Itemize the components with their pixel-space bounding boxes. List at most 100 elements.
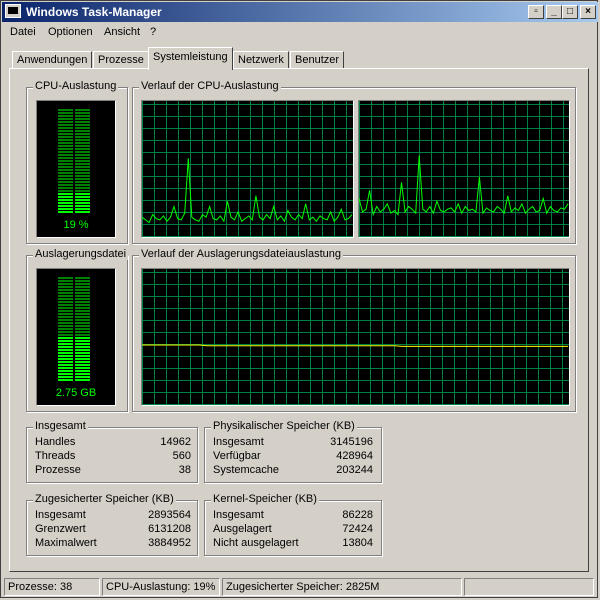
meter-segment bbox=[58, 367, 90, 369]
stat-phys-insgesamt: Insgesamt 3145196 bbox=[213, 436, 373, 448]
cpu-usage-label: CPU-Auslastung bbox=[33, 80, 119, 92]
tab-anwendungen[interactable]: Anwendungen bbox=[12, 51, 93, 69]
menu-ansicht[interactable]: Ansicht bbox=[104, 26, 140, 38]
task-manager-window: Windows Task-Manager ▫ _ □ × Datei Optio… bbox=[0, 0, 598, 598]
pagefile-usage-bar bbox=[58, 277, 90, 381]
stat-kernel-ausgelagert: Ausgelagert 72424 bbox=[213, 523, 373, 535]
kernel-memory-label: Kernel-Speicher (KB) bbox=[211, 493, 319, 505]
cpu-history-graph-core1 bbox=[141, 100, 354, 238]
commit-charge-group: Zugesicherter Speicher (KB) Insgesamt 289… bbox=[26, 493, 198, 556]
meter-segment bbox=[58, 373, 90, 375]
status-cpu-usage: CPU-Auslastung: 19% bbox=[102, 578, 220, 596]
meter-segment bbox=[58, 136, 90, 138]
meter-segment bbox=[58, 133, 90, 135]
stat-kernel-nicht-ausgelagert: Nicht ausgelagert 13804 bbox=[213, 537, 373, 549]
meter-segment bbox=[58, 289, 90, 291]
status-bar: Prozesse: 38 CPU-Auslastung: 19% Zugesic… bbox=[2, 576, 598, 598]
tab-benutzer[interactable]: Benutzer bbox=[290, 51, 345, 69]
meter-segment bbox=[58, 319, 90, 321]
stat-prozesse: Prozesse 38 bbox=[35, 464, 191, 476]
stat-value: 38 bbox=[178, 464, 191, 476]
pagefile-group: Auslagerungsdatei 2.75 GB bbox=[26, 248, 129, 412]
commit-charge-label: Zugesicherter Speicher (KB) bbox=[33, 493, 176, 505]
meter-segment bbox=[58, 157, 90, 159]
meter-segment bbox=[58, 340, 90, 342]
meter-segment bbox=[58, 112, 90, 114]
stat-value: 428964 bbox=[336, 450, 373, 462]
tab-netzwerk[interactable]: Netzwerk bbox=[233, 51, 289, 69]
meter-segment bbox=[58, 343, 90, 345]
meter-segment bbox=[58, 115, 90, 117]
stat-commit-insgesamt: Insgesamt 2893564 bbox=[35, 509, 191, 521]
meter-segment bbox=[58, 322, 90, 324]
cpu-usage-bar bbox=[58, 109, 90, 213]
pagefile-history-graph bbox=[141, 268, 570, 406]
tab-prozesse[interactable]: Prozesse bbox=[93, 51, 149, 69]
meter-segment bbox=[58, 325, 90, 327]
meter-segment bbox=[58, 283, 90, 285]
meter-segment bbox=[58, 334, 90, 336]
stat-label: Insgesamt bbox=[213, 436, 264, 448]
meter-segment bbox=[58, 121, 90, 123]
meter-segment bbox=[58, 199, 90, 201]
meter-segment bbox=[58, 370, 90, 372]
close-button[interactable]: × bbox=[580, 5, 596, 19]
meter-segment bbox=[58, 151, 90, 153]
meter-segment bbox=[58, 292, 90, 294]
stat-label: Insgesamt bbox=[213, 509, 264, 521]
meter-segment bbox=[58, 277, 90, 279]
meter-segment bbox=[58, 376, 90, 378]
meter-segment bbox=[58, 142, 90, 144]
meter-segment bbox=[58, 202, 90, 204]
minimize-button[interactable]: _ bbox=[546, 5, 562, 19]
meter-segment bbox=[58, 211, 90, 213]
stat-label: Maximalwert bbox=[35, 537, 97, 549]
meter-segment bbox=[58, 313, 90, 315]
stat-value: 6131208 bbox=[148, 523, 191, 535]
stat-phys-verfuegbar: Verfügbar 428964 bbox=[213, 450, 373, 462]
meter-segment bbox=[58, 139, 90, 141]
stat-commit-grenzwert: Grenzwert 6131208 bbox=[35, 523, 191, 535]
meter-segment bbox=[58, 349, 90, 351]
pagefile-meter: 2.75 GB bbox=[36, 268, 116, 406]
meter-segment bbox=[58, 178, 90, 180]
stat-threads: Threads 560 bbox=[35, 450, 191, 462]
menu-bar: Datei Optionen Ansicht ? bbox=[2, 23, 598, 42]
meter-segment bbox=[58, 130, 90, 132]
meter-segment bbox=[58, 205, 90, 207]
meter-segment bbox=[58, 127, 90, 129]
meter-segment bbox=[58, 124, 90, 126]
stat-label: Systemcache bbox=[213, 464, 280, 476]
meter-segment bbox=[58, 169, 90, 171]
meter-segment bbox=[58, 175, 90, 177]
meter-segment bbox=[58, 148, 90, 150]
menu-help[interactable]: ? bbox=[150, 26, 156, 38]
menu-optionen[interactable]: Optionen bbox=[48, 26, 93, 38]
pagefile-history-group: Verlauf der Auslagerungsdateiauslastung bbox=[132, 248, 576, 412]
meter-segment bbox=[58, 208, 90, 210]
maximize-button[interactable]: □ bbox=[562, 5, 578, 19]
restore-down-icon[interactable]: ▫ bbox=[528, 5, 544, 19]
totals-label: Insgesamt bbox=[33, 420, 88, 432]
task-manager-app-icon[interactable] bbox=[5, 4, 21, 18]
meter-segment bbox=[58, 196, 90, 198]
window-title: Windows Task-Manager bbox=[26, 5, 162, 19]
cpu-usage-group: CPU-Auslastung 19 % bbox=[26, 80, 128, 244]
stat-value: 3145196 bbox=[330, 436, 373, 448]
physical-memory-group: Physikalischer Speicher (KB) Insgesamt 31… bbox=[204, 420, 382, 483]
stat-commit-maximalwert: Maximalwert 3884952 bbox=[35, 537, 191, 549]
stat-value: 86228 bbox=[342, 509, 373, 521]
tab-systemleistung[interactable]: Systemleistung bbox=[148, 47, 233, 70]
stat-label: Verfügbar bbox=[213, 450, 261, 462]
meter-segment bbox=[58, 298, 90, 300]
stat-label: Insgesamt bbox=[35, 509, 86, 521]
stat-value: 3884952 bbox=[148, 537, 191, 549]
meter-segment bbox=[58, 379, 90, 381]
menu-datei[interactable]: Datei bbox=[10, 26, 36, 38]
totals-group: Insgesamt Handles 14962 Threads 560 Prozes… bbox=[26, 420, 198, 483]
cpu-usage-value: 19 % bbox=[63, 219, 89, 231]
meter-segment bbox=[58, 181, 90, 183]
title-bar[interactable]: Windows Task-Manager ▫ _ □ × bbox=[2, 2, 598, 22]
cpu-history-label: Verlauf der CPU-Auslastung bbox=[139, 80, 281, 92]
status-empty-pane bbox=[464, 578, 594, 596]
